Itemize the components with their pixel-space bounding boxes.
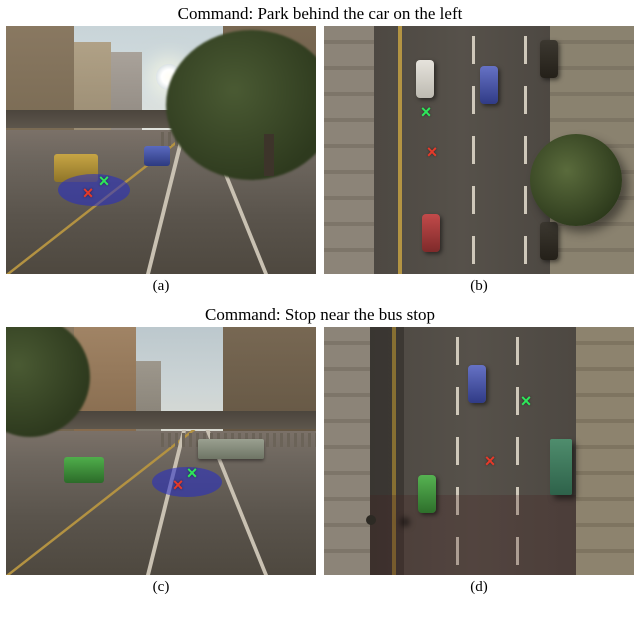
label-c: (c) bbox=[6, 575, 316, 602]
tv-car-white bbox=[416, 60, 434, 98]
prediction-ellipse-a bbox=[58, 174, 130, 206]
panel-b: × × bbox=[324, 26, 634, 274]
ground-truth-x-d: × bbox=[521, 392, 532, 410]
prediction-x-d: × bbox=[485, 452, 496, 470]
row-bottom: × × bbox=[0, 327, 640, 575]
label-a: (a) bbox=[6, 274, 316, 301]
figure-top: Command: Park behind the car on the left bbox=[0, 0, 640, 301]
ground-truth-x-c: × bbox=[187, 464, 198, 482]
row-top: × × bbox=[0, 26, 640, 274]
labels-bottom: (c) (d) bbox=[0, 575, 640, 602]
street-scene-c: × × bbox=[6, 327, 316, 575]
topdown-scene-b: × × bbox=[324, 26, 634, 274]
street-scene-a: × × bbox=[6, 26, 316, 274]
labels-top: (a) (b) bbox=[0, 274, 640, 301]
tv-car-blue bbox=[480, 66, 498, 104]
tv-car-green-d bbox=[418, 475, 436, 513]
panel-c: × × bbox=[6, 327, 316, 575]
prediction-x-a: × bbox=[83, 184, 94, 202]
command-top: Command: Park behind the car on the left bbox=[178, 0, 463, 26]
bus-stop bbox=[198, 439, 264, 459]
bus-stop-topdown bbox=[550, 439, 572, 495]
topdown-scene-d: × × bbox=[324, 327, 634, 575]
panel-a: × × bbox=[6, 26, 316, 274]
label-d: (d) bbox=[324, 575, 634, 602]
label-b: (b) bbox=[324, 274, 634, 301]
ground-truth-x-b: × bbox=[421, 103, 432, 121]
prediction-x-b: × bbox=[427, 143, 438, 161]
panel-d: × × bbox=[324, 327, 634, 575]
tv-car-red bbox=[422, 214, 440, 252]
tv-car-blue-d bbox=[468, 365, 486, 403]
ground-truth-x-a: × bbox=[99, 172, 110, 190]
prediction-x-c: × bbox=[173, 476, 184, 494]
car-blue bbox=[144, 146, 170, 166]
tv-car-dark bbox=[540, 40, 558, 78]
lamp-post bbox=[366, 515, 376, 525]
figure-bottom: Command: Stop near the bus stop bbox=[0, 301, 640, 602]
car-green bbox=[64, 457, 104, 483]
tv-tree bbox=[530, 134, 622, 226]
tv-car-dark2 bbox=[540, 222, 558, 260]
command-bottom: Command: Stop near the bus stop bbox=[205, 301, 435, 327]
